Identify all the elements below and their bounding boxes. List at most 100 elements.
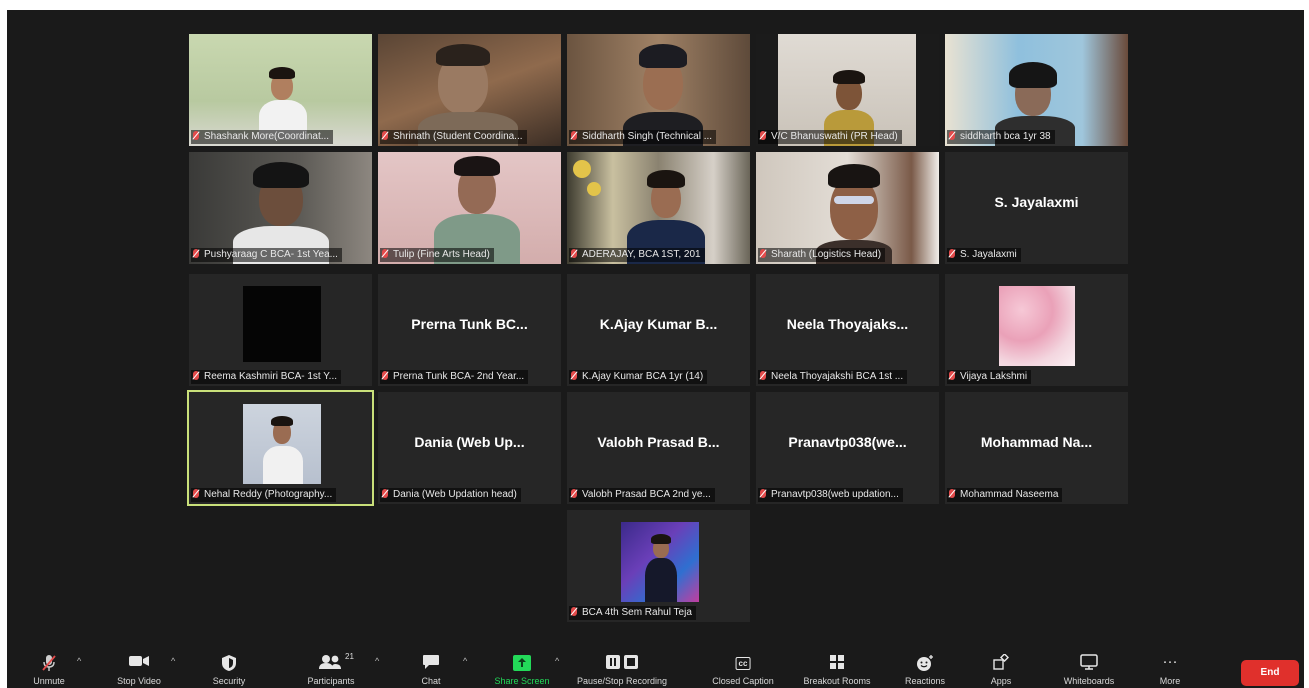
meeting-toolbar: Unmute ^ Stop Video ^ Security 21 Partic… — [7, 646, 1304, 688]
participant-name: Valobh Prasad BCA 2nd ye... — [569, 488, 715, 502]
participant-tile[interactable]: Pushyaraag C BCA- 1st Yea... — [189, 152, 372, 264]
closed-caption-button[interactable]: cc Closed Caption — [705, 648, 781, 688]
participant-name: S. Jayalaxmi — [947, 248, 1021, 262]
muted-mic-icon — [571, 249, 577, 258]
participant-tile[interactable]: K.Ajay Kumar B... K.Ajay Kumar BCA 1yr (… — [567, 274, 750, 386]
participant-name: Nehal Reddy (Photography... — [191, 488, 337, 502]
participant-name: Mohammad Naseema — [947, 488, 1063, 502]
participant-display-name: Valobh Prasad B... — [597, 434, 720, 450]
muted-mic-icon — [571, 371, 577, 380]
muted-mic-icon — [949, 131, 955, 140]
unmute-button[interactable]: Unmute — [19, 648, 79, 688]
pause-stop-recording-button[interactable]: Pause/Stop Recording — [577, 648, 667, 688]
muted-mic-icon — [193, 489, 199, 498]
participant-name: siddharth bca 1yr 38 — [947, 130, 1055, 144]
participant-display-name: Prerna Tunk BC... — [411, 316, 528, 332]
participant-display-name: K.Ajay Kumar B... — [599, 316, 718, 332]
profile-picture — [999, 286, 1075, 366]
muted-mic-icon — [949, 249, 955, 258]
participant-tile[interactable]: Sharath (Logistics Head) — [756, 152, 939, 264]
muted-mic-icon — [949, 489, 955, 498]
participant-tile[interactable]: siddharth bca 1yr 38 — [945, 34, 1128, 146]
participant-display-name: S. Jayalaxmi — [994, 194, 1079, 210]
participant-tile[interactable]: Dania (Web Up... Dania (Web Updation hea… — [378, 392, 561, 504]
participant-tile[interactable]: V/C Bhanuswathi (PR Head) — [756, 34, 939, 146]
participants-count: 21 — [345, 652, 354, 661]
more-button[interactable]: ··· More — [1145, 648, 1195, 688]
participant-name: BCA 4th Sem Rahul Teja — [569, 606, 696, 620]
muted-mic-icon — [193, 371, 199, 380]
apps-button[interactable]: Apps — [973, 648, 1029, 688]
participant-name: Tulip (Fine Arts Head) — [380, 248, 494, 262]
closed-caption-icon: cc — [735, 654, 751, 670]
end-meeting-button[interactable]: End — [1241, 660, 1299, 686]
participant-name: Shashank More(Coordinat... — [191, 130, 334, 144]
muted-mic-icon — [382, 249, 388, 258]
participants-options-caret[interactable]: ^ — [375, 656, 379, 666]
participant-tile[interactable]: ADERAJAY, BCA 1ST, 201 — [567, 152, 750, 264]
participant-tile[interactable]: Pranavtp038(we... Pranavtp038(web updati… — [756, 392, 939, 504]
apps-icon — [993, 652, 1010, 674]
participant-name: Siddharth Singh (Technical ... — [569, 130, 717, 144]
video-camera-icon — [128, 654, 150, 672]
muted-mic-icon — [382, 371, 388, 380]
participant-tile[interactable]: S. Jayalaxmi S. Jayalaxmi — [945, 152, 1128, 264]
participant-tile[interactable]: Shashank More(Coordinat... — [189, 34, 372, 146]
chat-options-caret[interactable]: ^ — [463, 656, 467, 666]
participant-tile[interactable]: Vijaya Lakshmi — [945, 274, 1128, 386]
participant-tile-active-speaker[interactable]: Nehal Reddy (Photography... — [187, 390, 374, 506]
pause-stop-icon — [605, 654, 639, 674]
participant-tile[interactable]: Reema Kashmiri BCA- 1st Y... — [189, 274, 372, 386]
share-screen-button[interactable]: Share Screen — [487, 648, 557, 688]
participant-name: Dania (Web Updation head) — [380, 488, 521, 502]
chat-bubble-icon — [422, 654, 440, 674]
smiley-icon — [916, 654, 934, 676]
muted-mic-icon — [760, 131, 766, 140]
muted-microphone-icon — [41, 654, 57, 676]
muted-mic-icon — [571, 489, 577, 498]
participant-name: Reema Kashmiri BCA- 1st Y... — [191, 370, 342, 384]
participant-name: Pranavtp038(web updation... — [758, 488, 903, 502]
profile-picture — [243, 286, 321, 362]
participant-name: Shrinath (Student Coordina... — [380, 130, 527, 144]
reactions-button[interactable]: Reactions — [895, 648, 955, 688]
muted-mic-icon — [382, 489, 388, 498]
participant-display-name: Mohammad Na... — [980, 434, 1093, 450]
participants-icon — [318, 654, 344, 674]
shield-icon — [221, 654, 237, 676]
participants-button[interactable]: 21 Participants — [293, 648, 369, 688]
security-button[interactable]: Security — [197, 648, 261, 688]
stop-video-button[interactable]: Stop Video — [107, 648, 171, 688]
whiteboard-icon — [1080, 654, 1098, 674]
participant-display-name: Pranavtp038(we... — [788, 434, 907, 450]
audio-options-caret[interactable]: ^ — [77, 656, 81, 666]
video-options-caret[interactable]: ^ — [171, 656, 175, 666]
participant-name: V/C Bhanuswathi (PR Head) — [758, 130, 902, 144]
breakout-rooms-icon — [829, 654, 845, 674]
more-dots-icon: ··· — [1162, 653, 1178, 670]
breakout-rooms-button[interactable]: Breakout Rooms — [795, 648, 879, 688]
muted-mic-icon — [193, 131, 199, 140]
chat-button[interactable]: Chat — [403, 648, 459, 688]
participant-tile[interactable]: Shrinath (Student Coordina... — [378, 34, 561, 146]
participant-tile[interactable]: BCA 4th Sem Rahul Teja — [567, 510, 750, 622]
muted-mic-icon — [193, 249, 199, 258]
participant-tile[interactable]: Neela Thoyajaks... Neela Thoyajakshi BCA… — [756, 274, 939, 386]
participant-name: Sharath (Logistics Head) — [758, 248, 886, 262]
participant-tile[interactable]: Siddharth Singh (Technical ... — [567, 34, 750, 146]
participant-tile[interactable]: Valobh Prasad B... Valobh Prasad BCA 2nd… — [567, 392, 750, 504]
share-options-caret[interactable]: ^ — [555, 656, 559, 666]
muted-mic-icon — [571, 131, 577, 140]
muted-mic-icon — [949, 371, 955, 380]
participant-tile[interactable]: Mohammad Na... Mohammad Naseema — [945, 392, 1128, 504]
participant-tile[interactable]: Prerna Tunk BC... Prerna Tunk BCA- 2nd Y… — [378, 274, 561, 386]
participant-name: Pushyaraag C BCA- 1st Yea... — [191, 248, 342, 262]
whiteboards-button[interactable]: Whiteboards — [1051, 648, 1127, 688]
share-screen-icon — [512, 654, 532, 676]
muted-mic-icon — [382, 131, 388, 140]
muted-mic-icon — [760, 249, 766, 258]
participant-display-name: Dania (Web Up... — [414, 434, 525, 450]
muted-mic-icon — [760, 371, 766, 380]
participant-name: Neela Thoyajakshi BCA 1st ... — [758, 370, 908, 384]
participant-tile[interactable]: Tulip (Fine Arts Head) — [378, 152, 561, 264]
